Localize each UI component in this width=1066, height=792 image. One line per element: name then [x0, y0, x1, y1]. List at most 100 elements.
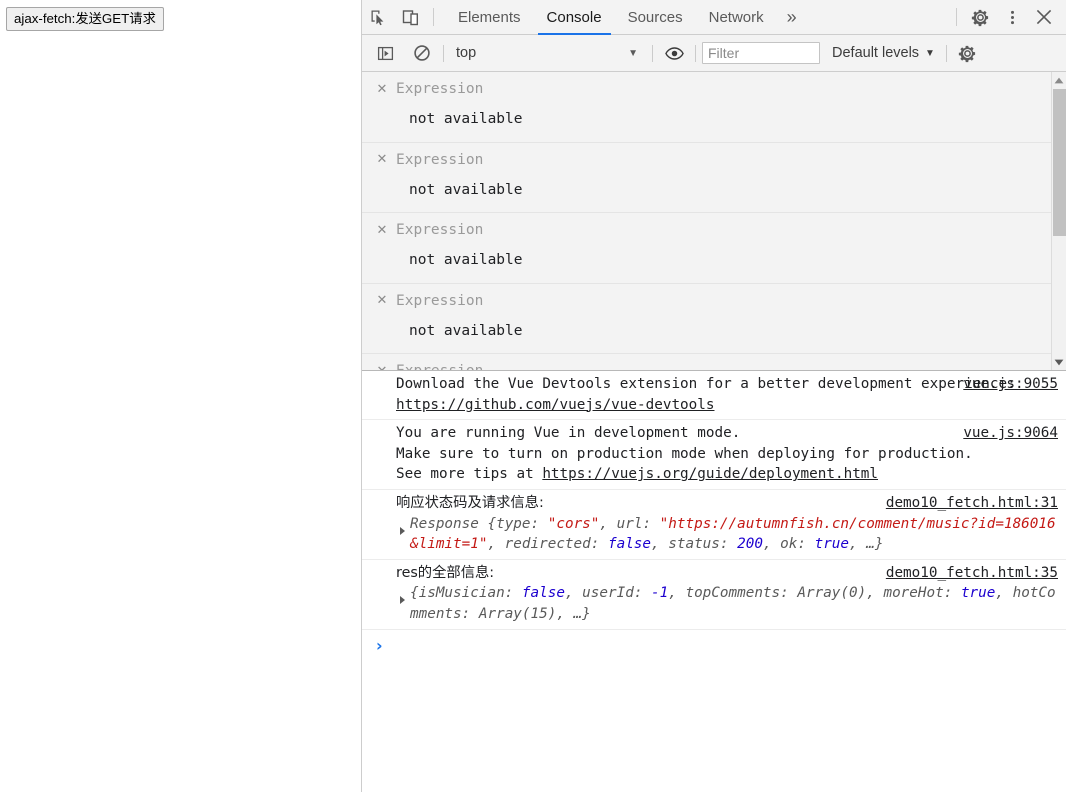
- object-token: Array(15): [478, 605, 557, 622]
- live-expression-row[interactable]: ✕ Expression not available: [362, 213, 1066, 284]
- live-expression-value: not available: [409, 181, 523, 198]
- live-expression-name: Expression: [396, 292, 484, 309]
- devtools-tabbar: Elements Console Sources Network »: [362, 0, 1066, 35]
- tab-elements-label: Elements: [458, 8, 521, 26]
- tabbar-right-actions: [949, 0, 1066, 34]
- tab-console[interactable]: Console: [534, 0, 615, 35]
- clear-console-icon[interactable]: [407, 38, 437, 68]
- console-object-preview[interactable]: {isMusician: false, userId: -1, topComme…: [362, 583, 1066, 624]
- tab-network-label: Network: [708, 8, 764, 26]
- console-toolbar-divider-1: [443, 44, 444, 62]
- gear-icon[interactable]: [964, 0, 996, 34]
- close-icon[interactable]: [1028, 0, 1060, 34]
- live-expression-name: Expression: [396, 81, 484, 97]
- console-message-list: Download the Vue Devtools extension for …: [362, 371, 1066, 792]
- object-token: {isMusician:: [410, 585, 522, 602]
- web-page-area: ajax-fetch:发送GET请求: [0, 0, 361, 792]
- console-message-text: You are running Vue in development mode.…: [362, 423, 1066, 485]
- live-expression-row[interactable]: ✕ Expression not available: [362, 143, 1066, 213]
- live-expression-name: Expression: [396, 363, 484, 371]
- console-message-body: Download the Vue Devtools extension for …: [396, 376, 1016, 392]
- console-object-text: Response {type: "cors", url: "https://au…: [396, 514, 1056, 555]
- console-toolbar: top ▼ Default levels ▼: [362, 35, 1066, 72]
- object-tokens: {isMusician: false, userId: -1, topComme…: [410, 585, 1056, 622]
- close-icon[interactable]: ✕: [375, 152, 389, 168]
- expand-triangle-icon[interactable]: [400, 596, 405, 605]
- devtools-panel: Elements Console Sources Network » top ▼…: [361, 0, 1066, 792]
- eye-icon[interactable]: [659, 38, 689, 68]
- console-message[interactable]: 响应状态码及请求信息: demo10_fetch.html:31 Respons…: [362, 490, 1066, 560]
- object-token: , userId:: [564, 585, 652, 602]
- console-message-source[interactable]: vue.js:9064: [963, 423, 1058, 444]
- chevron-down-icon: ▼: [925, 47, 935, 59]
- console-sidebar-icon[interactable]: [370, 38, 400, 68]
- prompt-chevron-icon: ›: [376, 635, 383, 655]
- tab-console-label: Console: [546, 8, 602, 26]
- screenshot-root: ajax-fetch:发送GET请求 Elements Console Sour…: [0, 0, 1066, 792]
- more-tabs-chevron-icon[interactable]: »: [777, 0, 807, 35]
- more-vertical-icon[interactable]: [996, 0, 1028, 34]
- log-levels-label: Default levels: [832, 45, 920, 61]
- filter-input[interactable]: [702, 42, 820, 64]
- object-token: , ok:: [762, 536, 815, 553]
- live-expression-value: not available: [409, 322, 523, 339]
- close-icon[interactable]: ✕: [375, 293, 389, 309]
- tab-network[interactable]: Network: [696, 0, 777, 35]
- console-toolbar-divider-3: [695, 44, 696, 62]
- live-expression-row[interactable]: ✕ Expression not available: [362, 72, 1066, 143]
- console-toolbar-divider-2: [652, 44, 653, 62]
- object-token: false: [607, 536, 652, 553]
- tab-sources[interactable]: Sources: [615, 0, 696, 35]
- console-message-source[interactable]: demo10_fetch.html:31: [886, 493, 1058, 514]
- object-token: , topComments:: [668, 585, 798, 602]
- ajax-fetch-get-button[interactable]: ajax-fetch:发送GET请求: [6, 7, 164, 31]
- console-message-source[interactable]: vue.js:9055: [963, 374, 1058, 395]
- console-prompt[interactable]: ›: [362, 630, 1066, 662]
- live-expressions-pane: ✕ Expression not available ✕ Expression …: [362, 72, 1066, 371]
- live-expression-header: ✕ Expression: [375, 291, 1066, 311]
- object-token: 200: [737, 536, 763, 553]
- log-levels-select[interactable]: Default levels ▼: [832, 45, 935, 61]
- scroll-down-arrow-icon[interactable]: [1052, 355, 1066, 370]
- live-expressions-scrollbar[interactable]: [1051, 72, 1066, 370]
- live-expression-row[interactable]: ✕ Expression not available: [362, 284, 1066, 354]
- console-message-source[interactable]: demo10_fetch.html:35: [886, 563, 1058, 584]
- live-expression-header: ✕ Expression: [375, 150, 1066, 170]
- live-expression-value: not available: [409, 111, 523, 127]
- console-message[interactable]: res的全部信息: demo10_fetch.html:35 {isMusici…: [362, 560, 1066, 630]
- device-toolbar-icon[interactable]: [394, 0, 426, 34]
- live-expression-header: ✕ Expression: [375, 220, 1066, 240]
- object-token: , …}: [556, 605, 591, 622]
- console-message[interactable]: Download the Vue Devtools extension for …: [362, 371, 1066, 421]
- close-icon[interactable]: ✕: [375, 363, 389, 371]
- close-icon[interactable]: ✕: [375, 222, 389, 238]
- object-token: -1: [651, 585, 669, 602]
- execution-context-select[interactable]: top ▼: [450, 45, 646, 61]
- object-token: , url:: [599, 515, 660, 532]
- scroll-up-arrow-icon[interactable]: [1052, 73, 1066, 88]
- close-icon[interactable]: ✕: [375, 81, 389, 97]
- console-object-preview[interactable]: Response {type: "cors", url: "https://au…: [362, 514, 1066, 555]
- live-expression-row[interactable]: ✕ Expression not available: [362, 354, 1066, 371]
- inspect-element-icon[interactable]: [362, 0, 394, 34]
- object-token: {type:: [487, 515, 548, 532]
- scrollbar-thumb[interactable]: [1053, 89, 1066, 236]
- object-token: false: [521, 585, 565, 602]
- console-message[interactable]: You are running Vue in development mode.…: [362, 420, 1066, 490]
- chevron-down-icon: ▼: [628, 47, 638, 59]
- console-object-text: {isMusician: false, userId: -1, topComme…: [396, 583, 1056, 624]
- object-token: , moreHot:: [866, 585, 961, 602]
- live-expression-value: not available: [409, 252, 523, 268]
- execution-context-value: top: [456, 45, 477, 61]
- object-class-name: Response: [410, 515, 479, 532]
- object-token: true: [960, 585, 996, 602]
- console-message-link[interactable]: https://github.com/vuejs/vue-devtools: [396, 397, 714, 413]
- console-message-link[interactable]: https://vuejs.org/guide/deployment.html: [542, 466, 878, 482]
- tabbar-divider-right: [956, 8, 957, 26]
- console-toolbar-divider-4: [945, 44, 947, 62]
- object-token: , …}: [849, 536, 884, 553]
- tab-elements[interactable]: Elements: [445, 0, 534, 35]
- console-settings-gear-icon[interactable]: [953, 38, 983, 68]
- expand-triangle-icon[interactable]: [400, 526, 405, 535]
- object-token: Array(0): [797, 585, 867, 602]
